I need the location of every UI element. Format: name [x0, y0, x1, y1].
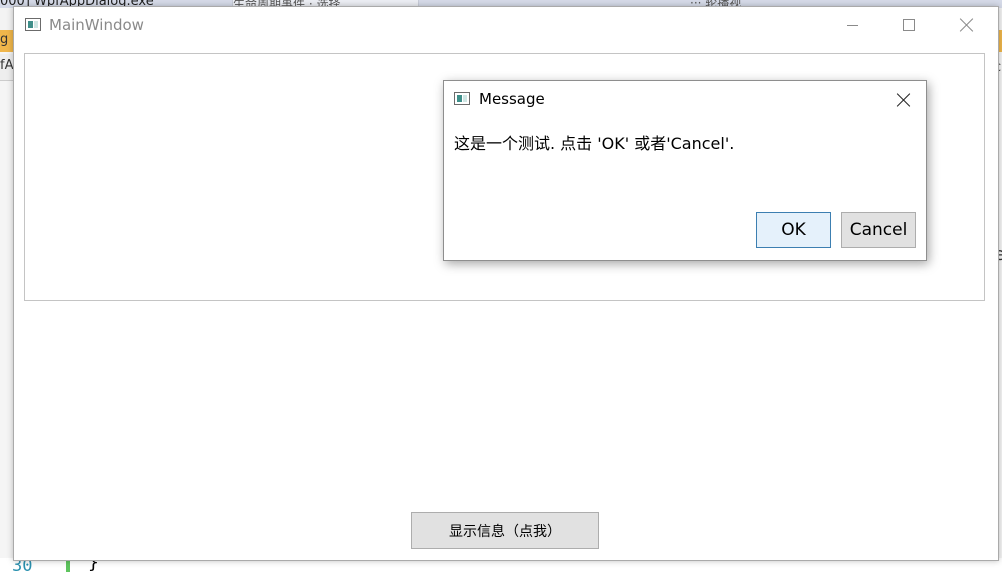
maximize-button[interactable] — [880, 7, 938, 43]
dialog-icon-part-2 — [463, 95, 467, 102]
message-dialog: Message 这是一个测试. 点击 'OK' 或者'Cancel'. OK C… — [443, 80, 927, 261]
dialog-icon-part — [457, 95, 462, 102]
maximize-icon — [903, 19, 915, 31]
background-left-strip: g fA — [0, 30, 14, 579]
dialog-title: Message — [479, 90, 545, 108]
close-button[interactable] — [938, 7, 996, 43]
cancel-button[interactable]: Cancel — [841, 212, 916, 248]
dialog-message-text: 这是一个测试. 点击 'OK' 或者'Cancel'. — [454, 134, 735, 153]
show-info-button[interactable]: 显示信息（点我） — [411, 512, 599, 549]
dialog-close-button[interactable] — [890, 89, 918, 111]
close-icon — [897, 93, 911, 107]
window-icon-part — [28, 21, 33, 28]
background-left-text-2: fA — [0, 58, 14, 73]
close-icon — [960, 18, 974, 32]
background-left-text-1: g — [0, 32, 9, 47]
window-icon — [25, 18, 41, 31]
dialog-window-icon — [454, 92, 470, 105]
minimize-icon — [846, 24, 858, 26]
background-code-editor: 30 } — [0, 552, 1002, 579]
main-window-title: MainWindow — [49, 16, 144, 34]
window-icon-part-2 — [34, 21, 38, 28]
main-window-titlebar[interactable]: MainWindow — [14, 7, 998, 43]
minimize-button[interactable] — [823, 7, 881, 43]
ok-button[interactable]: OK — [756, 212, 831, 248]
